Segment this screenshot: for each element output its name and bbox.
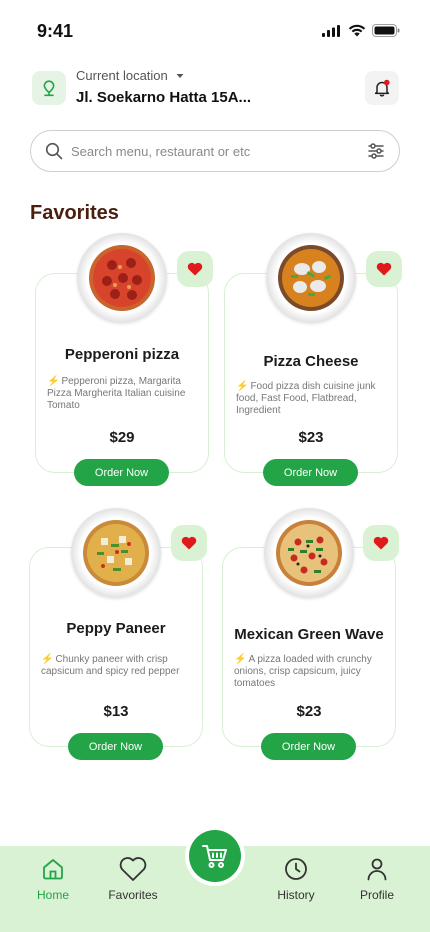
- status-time: 9:41: [37, 21, 74, 41]
- bolt-icon: ⚡: [41, 654, 54, 665]
- battery-icon: [372, 24, 400, 37]
- food-description: ⚡ A pizza loaded with crunchy onions, cri…: [234, 654, 372, 689]
- bolt-icon: ⚡: [234, 654, 247, 665]
- food-description: ⚡ Chunky paneer with crisp capsicum and s…: [41, 654, 180, 677]
- location-value[interactable]: Jl. Soekarno Hatta 15A...: [76, 89, 251, 106]
- location-selector[interactable]: Current location: [76, 68, 184, 83]
- pizza-image: [264, 508, 354, 598]
- dish-image: [266, 233, 356, 323]
- favorites-title: Favorites: [30, 202, 119, 224]
- heart-filled-icon: [373, 536, 389, 550]
- food-name: Mexican Green Wave: [234, 626, 384, 643]
- food-price: $23: [298, 429, 324, 446]
- location-pin-button[interactable]: [32, 71, 66, 105]
- home-icon: [43, 859, 63, 880]
- signal-icon: [322, 24, 340, 37]
- heart-filled-icon: [187, 262, 203, 276]
- food-description: ⚡ Food pizza dish cuisine junk food, Fast…: [236, 381, 376, 416]
- search-icon: [45, 142, 63, 160]
- nav-item-profile[interactable]: Profile: [342, 854, 412, 902]
- search-bar[interactable]: [30, 130, 400, 172]
- filter-icon[interactable]: [367, 142, 385, 160]
- food-price: $13: [103, 703, 129, 720]
- nav-label: Favorites: [108, 888, 158, 902]
- clock-icon: [285, 858, 307, 880]
- nav-item-home[interactable]: Home: [18, 854, 88, 902]
- food-name: Pizza Cheese: [263, 353, 359, 370]
- app-screen: 9:41 Current location Jl. Soekarno Hatta…: [0, 0, 430, 932]
- order-now-button[interactable]: Order Now: [68, 733, 163, 760]
- location-label: Current location: [76, 68, 168, 83]
- food-price: $23: [296, 703, 322, 720]
- nav-label: History: [277, 888, 315, 902]
- heart-filled-icon: [181, 536, 197, 550]
- food-price: $29: [109, 429, 135, 446]
- user-icon: [367, 858, 387, 881]
- food-description: ⚡ Pepperoni pizza, Margarita Pizza Marghe…: [47, 376, 186, 411]
- heart-filled-icon: [376, 262, 392, 276]
- chevron-down-icon: [176, 73, 184, 78]
- nav-item-history[interactable]: History: [261, 854, 331, 902]
- order-now-button[interactable]: Order Now: [261, 733, 356, 760]
- search-input[interactable]: [71, 143, 367, 159]
- heart-icon: [119, 857, 147, 881]
- nav-label: Profile: [359, 888, 394, 902]
- favorite-heart-button[interactable]: [177, 251, 213, 287]
- bolt-icon: ⚡: [47, 376, 60, 387]
- location-pin-icon: [43, 80, 55, 97]
- favorite-heart-button[interactable]: [366, 251, 402, 287]
- nav-label: Home: [36, 888, 69, 902]
- bell-icon: [374, 79, 390, 97]
- status-icons: [322, 24, 400, 37]
- order-now-button[interactable]: Order Now: [263, 459, 358, 486]
- cart-button[interactable]: [189, 830, 241, 882]
- pizza-image: [71, 508, 161, 598]
- cart-icon: [202, 845, 227, 868]
- food-name: Pepperoni pizza: [64, 346, 180, 363]
- status-bar: 9:41: [0, 0, 430, 60]
- notification-button[interactable]: [365, 71, 399, 105]
- pizza-image: [77, 233, 167, 323]
- order-now-button[interactable]: Order Now: [74, 459, 169, 486]
- favorite-heart-button[interactable]: [171, 525, 207, 561]
- favorite-heart-button[interactable]: [363, 525, 399, 561]
- food-name: Peppy Paneer: [66, 620, 166, 637]
- nav-item-favorites[interactable]: Favorites: [98, 854, 168, 902]
- wifi-icon: [348, 24, 366, 37]
- bolt-icon: ⚡: [236, 381, 249, 392]
